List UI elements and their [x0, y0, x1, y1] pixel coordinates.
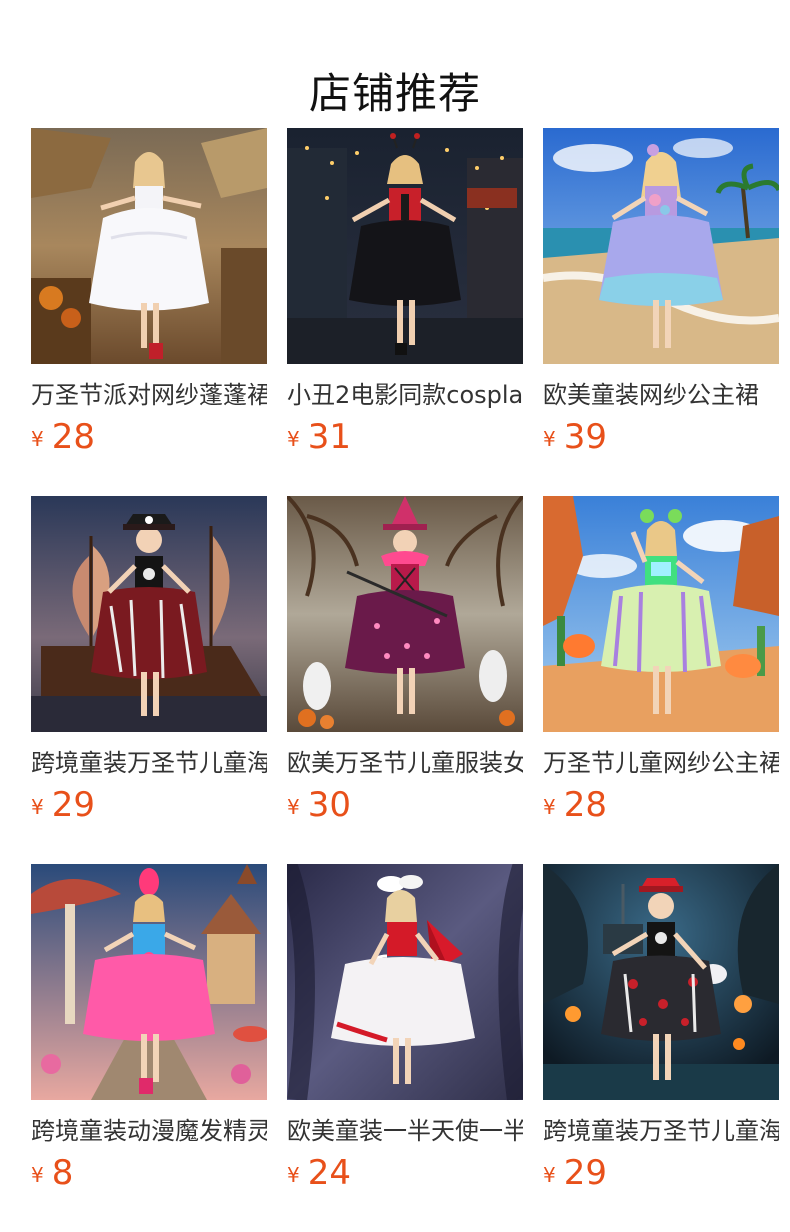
product-price: ¥28 [31, 415, 267, 459]
product-image[interactable] [543, 864, 779, 1100]
product-price: ¥39 [543, 415, 779, 459]
product-price: ¥31 [287, 415, 523, 459]
price-amount: 28 [563, 785, 607, 825]
product-image[interactable] [31, 496, 267, 732]
product-name[interactable]: 跨境童装万圣节儿童海盗 [31, 745, 267, 781]
product-name[interactable]: 欧美万圣节儿童服装女巫 [287, 745, 523, 781]
product-grid: 万圣节派对网纱蓬蓬裙 ¥28 小丑2电影同款cosplay ¥ 31 欧美童装网… [31, 128, 779, 1232]
product-price: ¥8 [31, 1151, 267, 1195]
product-card[interactable]: 万圣节儿童网纱公主裙 ¥28 [543, 496, 779, 864]
currency-symbol: ¥ [287, 427, 300, 451]
product-image[interactable] [287, 864, 523, 1100]
product-photo-illustration [31, 496, 267, 732]
price-amount: 31 [307, 417, 351, 457]
product-card[interactable]: 跨境童装万圣节儿童海盗 ¥29 [543, 864, 779, 1232]
product-card[interactable]: 跨境童装万圣节儿童海盗 ¥29 [31, 496, 267, 864]
currency-symbol: ¥ [543, 427, 556, 451]
price-amount: 30 [307, 785, 351, 825]
product-card[interactable]: 小丑2电影同款cosplay ¥31 [287, 128, 523, 496]
product-name[interactable]: 小丑2电影同款cosplay [287, 377, 523, 413]
product-photo-illustration [543, 496, 779, 732]
product-name[interactable]: 跨境童装动漫魔发精灵 [31, 1113, 267, 1149]
product-name[interactable]: 跨境童装万圣节儿童海盗 [543, 1113, 779, 1149]
currency-symbol: ¥ [543, 1163, 556, 1187]
product-name[interactable]: 万圣节儿童网纱公主裙 [543, 745, 779, 781]
currency-symbol: ¥ [31, 427, 44, 451]
price-amount: 8 [51, 1153, 74, 1193]
currency-symbol: ¥ [543, 795, 556, 819]
currency-symbol: ¥ [287, 795, 300, 819]
price-amount: 29 [51, 785, 95, 825]
product-image[interactable] [543, 496, 779, 732]
product-photo-illustration [31, 864, 267, 1100]
product-photo-illustration [287, 864, 523, 1100]
product-price: ¥28 [543, 783, 779, 827]
product-image[interactable] [31, 128, 267, 364]
product-photo-illustration [287, 128, 523, 364]
section-title: 店铺推荐 [308, 69, 481, 119]
product-image[interactable] [543, 128, 779, 364]
product-photo-illustration [31, 128, 267, 364]
product-image[interactable] [31, 864, 267, 1100]
price-amount: 24 [307, 1153, 351, 1193]
product-price: ¥24 [287, 1151, 523, 1195]
product-image[interactable] [287, 496, 523, 732]
price-amount: 29 [563, 1153, 607, 1193]
product-card[interactable]: 跨境童装动漫魔发精灵 ¥8 [31, 864, 267, 1232]
product-price: ¥29 [543, 1151, 779, 1195]
product-price: ¥30 [287, 783, 523, 827]
price-amount: 28 [51, 417, 95, 457]
product-photo-illustration [543, 864, 779, 1100]
product-card[interactable]: 欧美童装网纱公主裙 ¥39 [543, 128, 779, 496]
product-name[interactable]: 万圣节派对网纱蓬蓬裙 [31, 377, 267, 413]
product-name[interactable]: 欧美童装一半天使一半 [287, 1113, 523, 1149]
product-card[interactable]: 欧美童装一半天使一半 ¥24 [287, 864, 523, 1232]
currency-symbol: ¥ [31, 1163, 44, 1187]
shop-recommendation-page: 店铺推荐 万圣节派对网纱蓬蓬裙 ¥ 28 小丑2电影同款cosplay ¥ 31… [0, 0, 790, 1232]
product-card[interactable]: 欧美万圣节儿童服装女巫 ¥30 [287, 496, 523, 864]
product-price: ¥29 [31, 783, 267, 827]
product-photo-illustration [543, 128, 779, 364]
currency-symbol: ¥ [31, 795, 44, 819]
product-photo-illustration [287, 496, 523, 732]
product-name[interactable]: 欧美童装网纱公主裙 [543, 377, 779, 413]
product-image[interactable] [287, 128, 523, 364]
currency-symbol: ¥ [287, 1163, 300, 1187]
price-amount: 39 [563, 417, 607, 457]
product-card[interactable]: 万圣节派对网纱蓬蓬裙 ¥28 [31, 128, 267, 496]
